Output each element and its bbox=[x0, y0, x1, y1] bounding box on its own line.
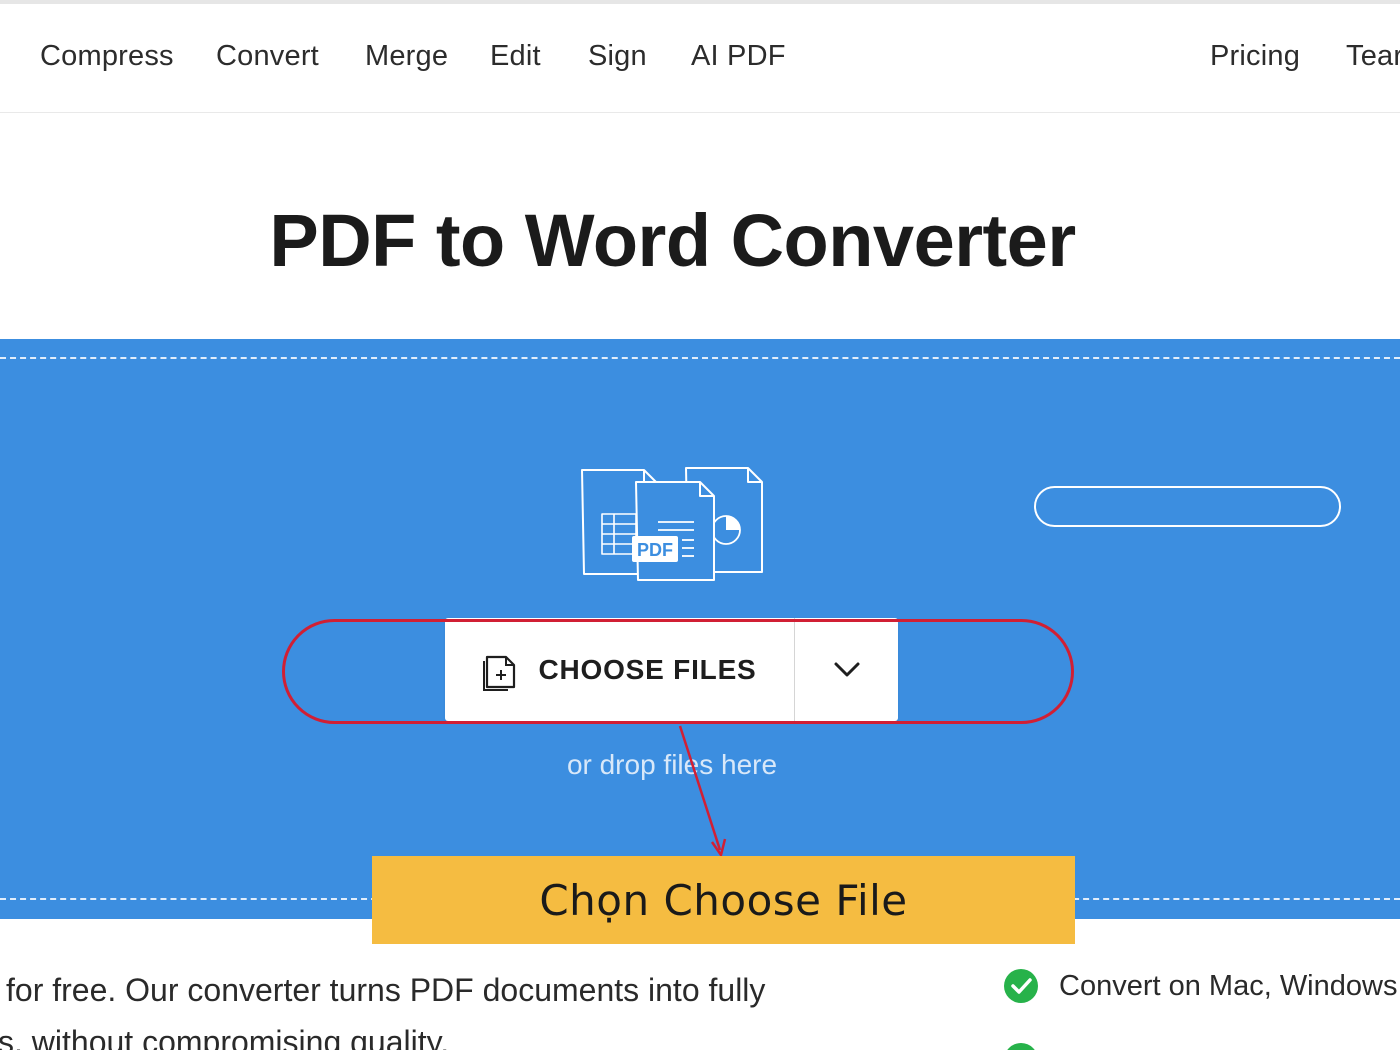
drop-files-hint: or drop files here bbox=[566, 749, 778, 780]
pdf-badge-label: PDF bbox=[637, 540, 673, 560]
drop-zone-dashed-border-top bbox=[0, 357, 1400, 359]
documents-illustration-icon: PDF bbox=[581, 467, 763, 581]
feature-text: Convert on Mac, Windows, bbox=[1059, 969, 1400, 1002]
file-drop-zone[interactable]: PDF CHOOSE FILES or drop files here bbox=[0, 339, 1400, 919]
nav-compress[interactable]: Compress bbox=[40, 40, 174, 73]
nav-pricing[interactable]: Pricing bbox=[1210, 40, 1300, 73]
feature-item: Convert on Mac, Windows, bbox=[1003, 968, 1400, 1004]
choose-files-button-group: CHOOSE FILES bbox=[445, 618, 898, 721]
nav-merge[interactable]: Merge bbox=[365, 40, 448, 73]
nav-edit[interactable]: Edit bbox=[490, 40, 541, 73]
add-file-icon bbox=[483, 655, 516, 691]
nav-convert[interactable]: Convert bbox=[216, 40, 319, 73]
check-circle-icon bbox=[1007, 1043, 1035, 1050]
outline-pill bbox=[1034, 486, 1341, 527]
page-title: PDF to Word Converter bbox=[269, 199, 1076, 282]
nav-teams[interactable]: Tear bbox=[1346, 40, 1400, 73]
choose-files-dropdown-toggle[interactable] bbox=[795, 618, 898, 721]
check-circle-icon bbox=[1004, 969, 1038, 1003]
choose-files-label: CHOOSE FILES bbox=[538, 653, 757, 685]
description-line-2: s, without compromising quality. bbox=[0, 1024, 450, 1050]
nav-ai-pdf[interactable]: AI PDF bbox=[691, 40, 786, 73]
choose-files-button[interactable]: CHOOSE FILES bbox=[445, 618, 794, 721]
nav-sign[interactable]: Sign bbox=[588, 40, 647, 73]
chevron-down-icon bbox=[834, 662, 859, 676]
instruction-callout-text: Chọn Choose File bbox=[539, 875, 908, 925]
page: Compress Convert Merge Edit Sign AI PDF … bbox=[0, 0, 1400, 1050]
top-navigation: Compress Convert Merge Edit Sign AI PDF … bbox=[0, 4, 1400, 113]
description-line-1: for free. Our converter turns PDF docume… bbox=[6, 972, 766, 1008]
instruction-callout: Chọn Choose File bbox=[372, 856, 1075, 944]
